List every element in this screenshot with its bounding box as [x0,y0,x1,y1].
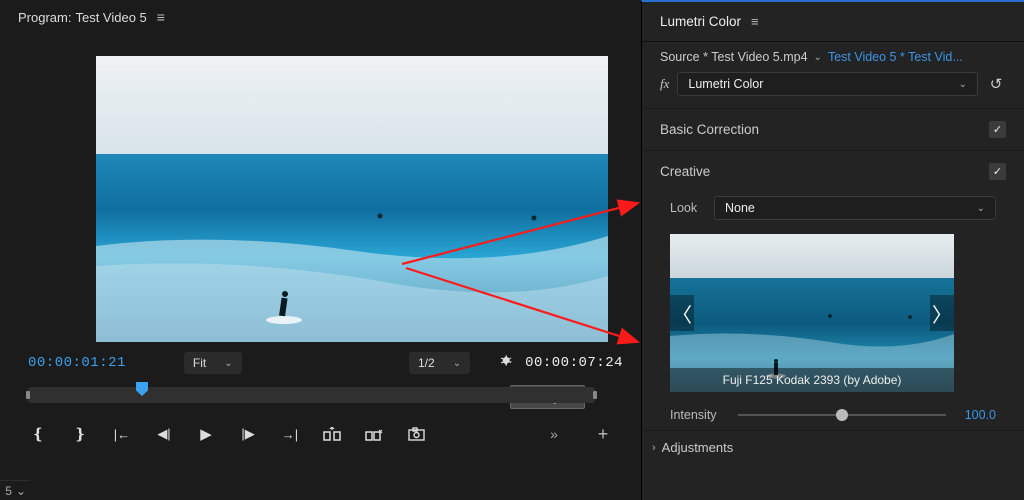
effect-select[interactable]: Lumetri Color ⌄ [677,72,978,96]
bottom-misc: 5⌄ [0,480,30,500]
step-back-button[interactable]: ◀| [154,424,174,444]
mark-out-button[interactable]: ❵ [70,424,90,444]
reset-icon[interactable]: ↺ [986,74,1006,94]
next-look-button[interactable]: 〉 [930,295,954,331]
intensity-label: Intensity [670,408,726,422]
intensity-slider[interactable] [738,414,946,416]
export-frame-button[interactable] [406,424,426,444]
section-adjustments[interactable]: › Adjustments [642,430,1024,464]
lut-name: Fuji F125 Kodak 2393 (by Adobe) [670,368,954,392]
resolution-select[interactable]: 1/2 ⌄ [409,352,470,374]
section-creative[interactable]: Creative ✓ [642,150,1024,192]
add-button[interactable]: + [593,424,613,444]
chevron-down-icon: ⌄ [977,203,985,214]
go-to-in-button[interactable]: |← [112,424,132,444]
look-preview: 〈 〉 Fuji F125 Kodak 2393 (by Adobe) [670,234,954,392]
checkbox-basic[interactable]: ✓ [989,121,1006,138]
playhead-icon[interactable] [136,382,148,396]
more-button[interactable]: » [545,424,565,444]
mark-in-button[interactable]: ❴ [28,424,48,444]
timeline-handle-left[interactable] [26,391,30,399]
extract-button[interactable] [364,424,384,444]
timecode-current[interactable]: 00:00:01:21 [28,355,126,371]
chevron-right-icon: › [652,442,656,454]
checkbox-creative[interactable]: ✓ [989,163,1006,180]
look-select[interactable]: None ⌄ [714,196,996,220]
chevron-down-icon[interactable]: ⌄ [814,52,822,63]
panel-menu-icon[interactable]: ≡ [751,14,759,29]
timeline-handle-right[interactable] [593,391,597,399]
chevron-down-icon: ⌄ [224,358,232,369]
chevron-down-icon: ⌄ [453,358,461,369]
program-title-prefix: Program: [18,10,71,25]
program-title: Test Video 5 [75,10,146,25]
panel-menu-icon[interactable]: ≡ [157,9,165,25]
sequence-label[interactable]: Test Video 5 * Test Vid... [828,50,1006,64]
go-to-out-button[interactable]: →| [280,424,300,444]
timeline-scrubber[interactable] [28,387,595,403]
panel-title: Lumetri Color [660,14,741,29]
play-button[interactable]: ▶ [196,424,216,444]
lift-button[interactable] [322,424,342,444]
timecode-duration: 00:00:07:24 [525,355,623,371]
section-basic-correction[interactable]: Basic Correction ✓ [642,108,1024,150]
program-monitor[interactable] [96,56,608,342]
step-forward-button[interactable]: |▶ [238,424,258,444]
fx-icon[interactable]: fx [660,76,669,92]
look-label: Look [670,201,704,215]
slider-knob[interactable] [836,409,848,421]
chevron-down-icon: ⌄ [959,79,967,90]
prev-look-button[interactable]: 〈 [670,295,694,331]
intensity-value[interactable]: 100.0 [958,408,996,422]
zoom-select[interactable]: Fit ⌄ [184,352,242,374]
source-label[interactable]: Source * Test Video 5.mp4 [660,50,808,64]
settings-icon[interactable] [500,354,515,373]
